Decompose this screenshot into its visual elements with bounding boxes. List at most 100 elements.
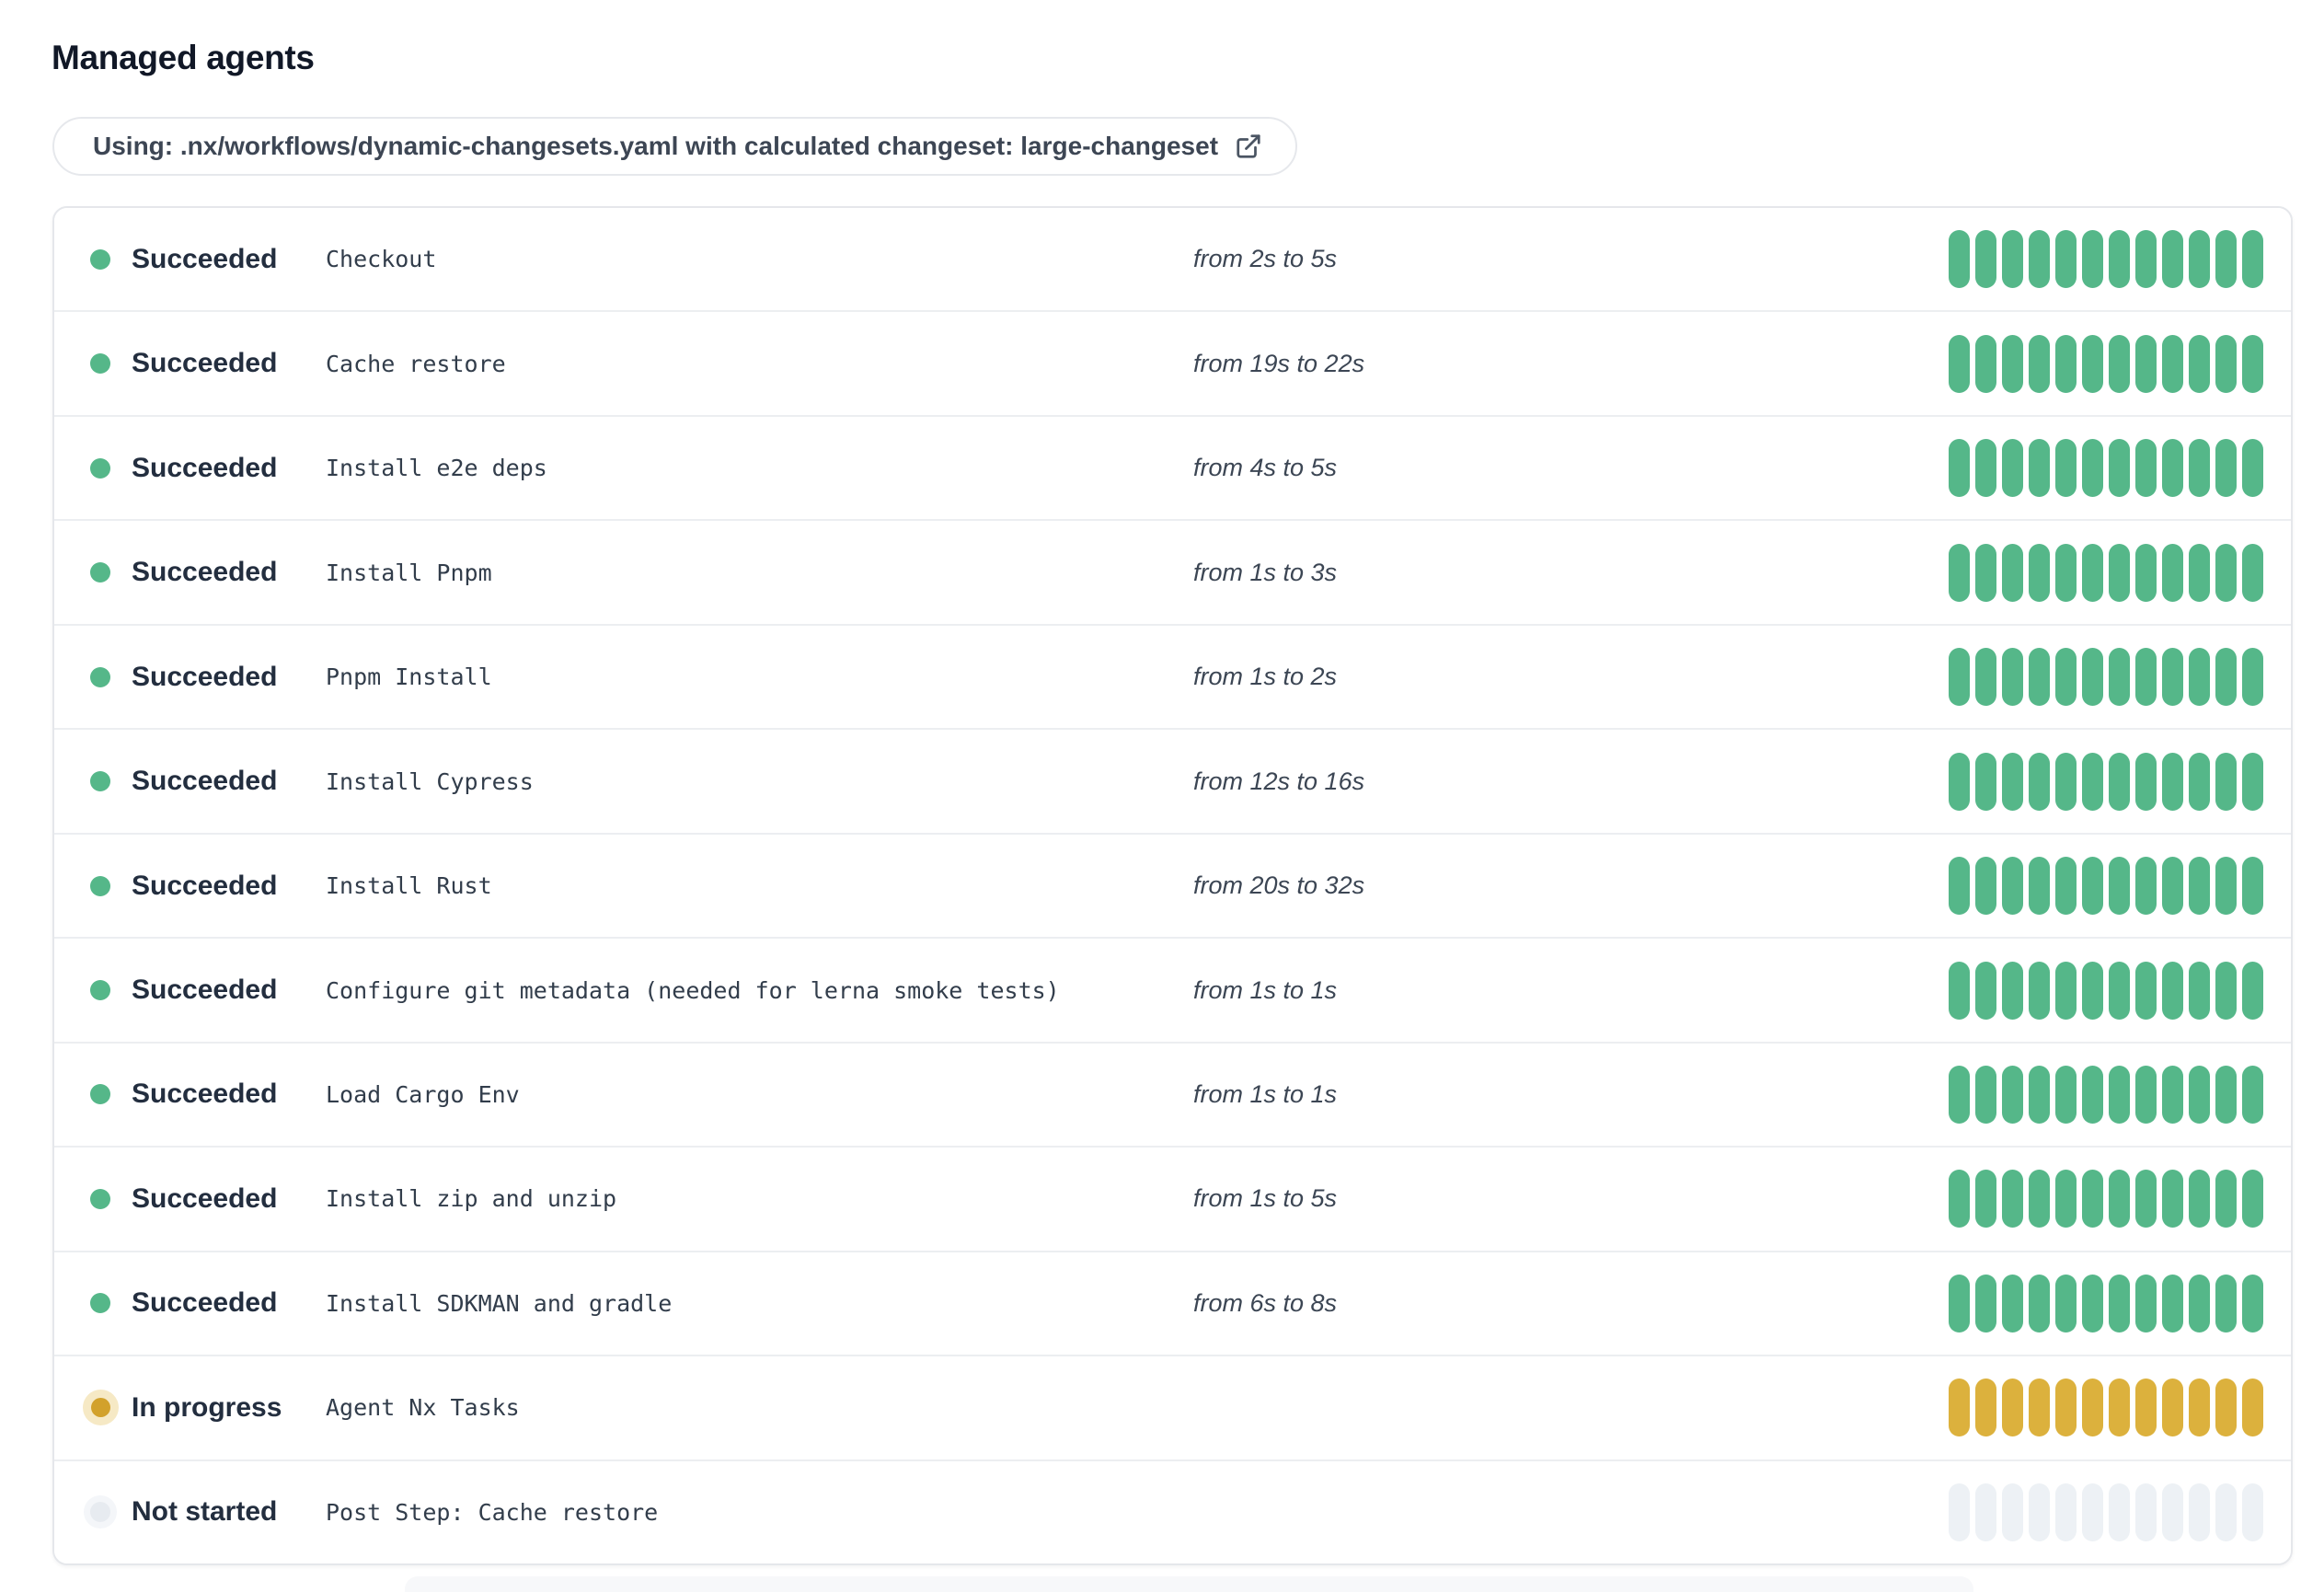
progress-segments <box>1949 752 2263 811</box>
step-name: Agent Nx Tasks <box>326 1394 520 1422</box>
progress-segments <box>1949 1482 2263 1541</box>
progress-segment <box>2029 648 2050 707</box>
workflow-config-label: Using: .nx/workflows/dynamic-changesets.… <box>93 132 1219 160</box>
progress-segments <box>1949 439 2263 498</box>
progress-segment <box>2109 752 2130 811</box>
progress-segment <box>1975 648 1996 707</box>
progress-segment <box>2189 334 2210 393</box>
progress-segment <box>2162 1065 2183 1124</box>
agent-step-row-13[interactable]: Not started Post Step: Cache restore <box>54 1459 2291 1563</box>
step-name: Install Cypress <box>326 767 534 795</box>
progress-segment <box>1975 752 1996 811</box>
step-duration: from 1s to 1s <box>1193 1079 1338 1108</box>
workflow-config-link[interactable]: Using: .nx/workflows/dynamic-changesets.… <box>52 117 1298 176</box>
progress-segment <box>2002 1274 2023 1332</box>
progress-segment <box>1975 1482 1996 1541</box>
agent-step-row-10[interactable]: Succeeded Install zip and unzip from 1s … <box>54 1146 2291 1251</box>
managed-agents-steps-card: Succeeded Checkout from 2s to 5s Succeed… <box>52 206 2293 1565</box>
progress-segment <box>2135 230 2157 289</box>
progress-segment <box>2055 1379 2077 1437</box>
progress-segment <box>2189 648 2210 707</box>
step-name: Install SDKMAN and gradle <box>326 1289 673 1317</box>
progress-segment <box>1949 857 1970 916</box>
progress-segment <box>1975 334 1996 393</box>
step-duration: from 1s to 5s <box>1193 1184 1338 1213</box>
agent-step-row-1[interactable]: Succeeded Checkout from 2s to 5s <box>54 208 2291 311</box>
progress-segment <box>1949 752 1970 811</box>
progress-segment <box>2002 543 2023 602</box>
status-dot <box>82 763 119 800</box>
step-name: Install Rust <box>326 872 492 900</box>
progress-segment <box>1975 1065 1996 1124</box>
agent-step-row-5[interactable]: Succeeded Pnpm Install from 1s to 2s <box>54 623 2291 729</box>
progress-segment <box>2162 439 2183 498</box>
progress-segment <box>2135 543 2157 602</box>
progress-segment <box>2029 1170 2050 1229</box>
progress-segment <box>2082 1170 2103 1229</box>
agent-step-row-4[interactable]: Succeeded Install Pnpm from 1s to 3s <box>54 519 2291 624</box>
progress-segment <box>2002 961 2023 1020</box>
progress-segment <box>2109 230 2130 289</box>
status-label: Not started <box>132 1496 278 1528</box>
step-name: Install Pnpm <box>326 559 492 586</box>
step-duration: from 20s to 32s <box>1193 871 1365 900</box>
progress-segment <box>2055 1065 2077 1124</box>
agent-step-row-8[interactable]: Succeeded Configure git metadata (needed… <box>54 937 2291 1042</box>
progress-segment <box>2082 1482 2103 1541</box>
progress-segment <box>2215 334 2237 393</box>
progress-segment <box>2082 334 2103 393</box>
progress-segment <box>2135 1482 2157 1541</box>
progress-segment <box>2189 1170 2210 1229</box>
progress-segments <box>1949 230 2263 289</box>
page-title: Managed agents <box>52 39 315 76</box>
progress-segment <box>2162 961 2183 1020</box>
progress-segment <box>2055 334 2077 393</box>
progress-segment <box>2055 857 2077 916</box>
progress-segment <box>2162 543 2183 602</box>
progress-segment <box>2109 961 2130 1020</box>
progress-segment <box>2135 648 2157 707</box>
agent-step-row-9[interactable]: Succeeded Load Cargo Env from 1s to 1s <box>54 1041 2291 1147</box>
progress-segment <box>2215 1170 2237 1229</box>
agent-step-row-6[interactable]: Succeeded Install Cypress from 12s to 16… <box>54 728 2291 833</box>
progress-segment <box>2055 752 2077 811</box>
progress-segment <box>2189 1482 2210 1541</box>
progress-segment <box>1949 1170 1970 1229</box>
progress-segment <box>2189 961 2210 1020</box>
step-name: Cache restore <box>326 350 506 377</box>
status-label: Succeeded <box>132 348 278 379</box>
step-name: Install zip and unzip <box>326 1185 617 1213</box>
progress-segment <box>1975 230 1996 289</box>
progress-segment <box>2242 543 2263 602</box>
progress-segment <box>1949 648 1970 707</box>
progress-segment <box>1949 543 1970 602</box>
progress-segment <box>2109 1274 2130 1332</box>
progress-segment <box>2109 1482 2130 1541</box>
progress-segments <box>1949 1065 2263 1124</box>
progress-segment <box>2189 857 2210 916</box>
agent-step-row-11[interactable]: Succeeded Install SDKMAN and gradle from… <box>54 1250 2291 1356</box>
progress-segment <box>2029 439 2050 498</box>
agent-step-row-3[interactable]: Succeeded Install e2e deps from 4s to 5s <box>54 414 2291 520</box>
status-label: Succeeded <box>132 661 278 692</box>
progress-segment <box>2109 1170 2130 1229</box>
progress-segment <box>2082 1065 2103 1124</box>
progress-segment <box>2215 1065 2237 1124</box>
progress-segment <box>2135 334 2157 393</box>
progress-segment <box>2029 230 2050 289</box>
progress-segment <box>2189 1379 2210 1437</box>
progress-segment <box>2242 334 2263 393</box>
progress-segment <box>2135 752 2157 811</box>
progress-segment <box>2215 752 2237 811</box>
agent-step-row-7[interactable]: Succeeded Install Rust from 20s to 32s <box>54 832 2291 938</box>
step-duration: from 19s to 22s <box>1193 349 1365 377</box>
agent-step-row-12[interactable]: In progress Agent Nx Tasks <box>54 1355 2291 1459</box>
agent-step-row-2[interactable]: Succeeded Cache restore from 19s to 22s <box>54 310 2291 415</box>
progress-segment <box>1949 1482 1970 1541</box>
progress-segment <box>2082 857 2103 916</box>
progress-segment <box>2162 334 2183 393</box>
progress-segment <box>2082 1274 2103 1332</box>
progress-segment <box>2135 1170 2157 1229</box>
progress-segment <box>2242 752 2263 811</box>
status-label: Succeeded <box>132 975 278 1006</box>
